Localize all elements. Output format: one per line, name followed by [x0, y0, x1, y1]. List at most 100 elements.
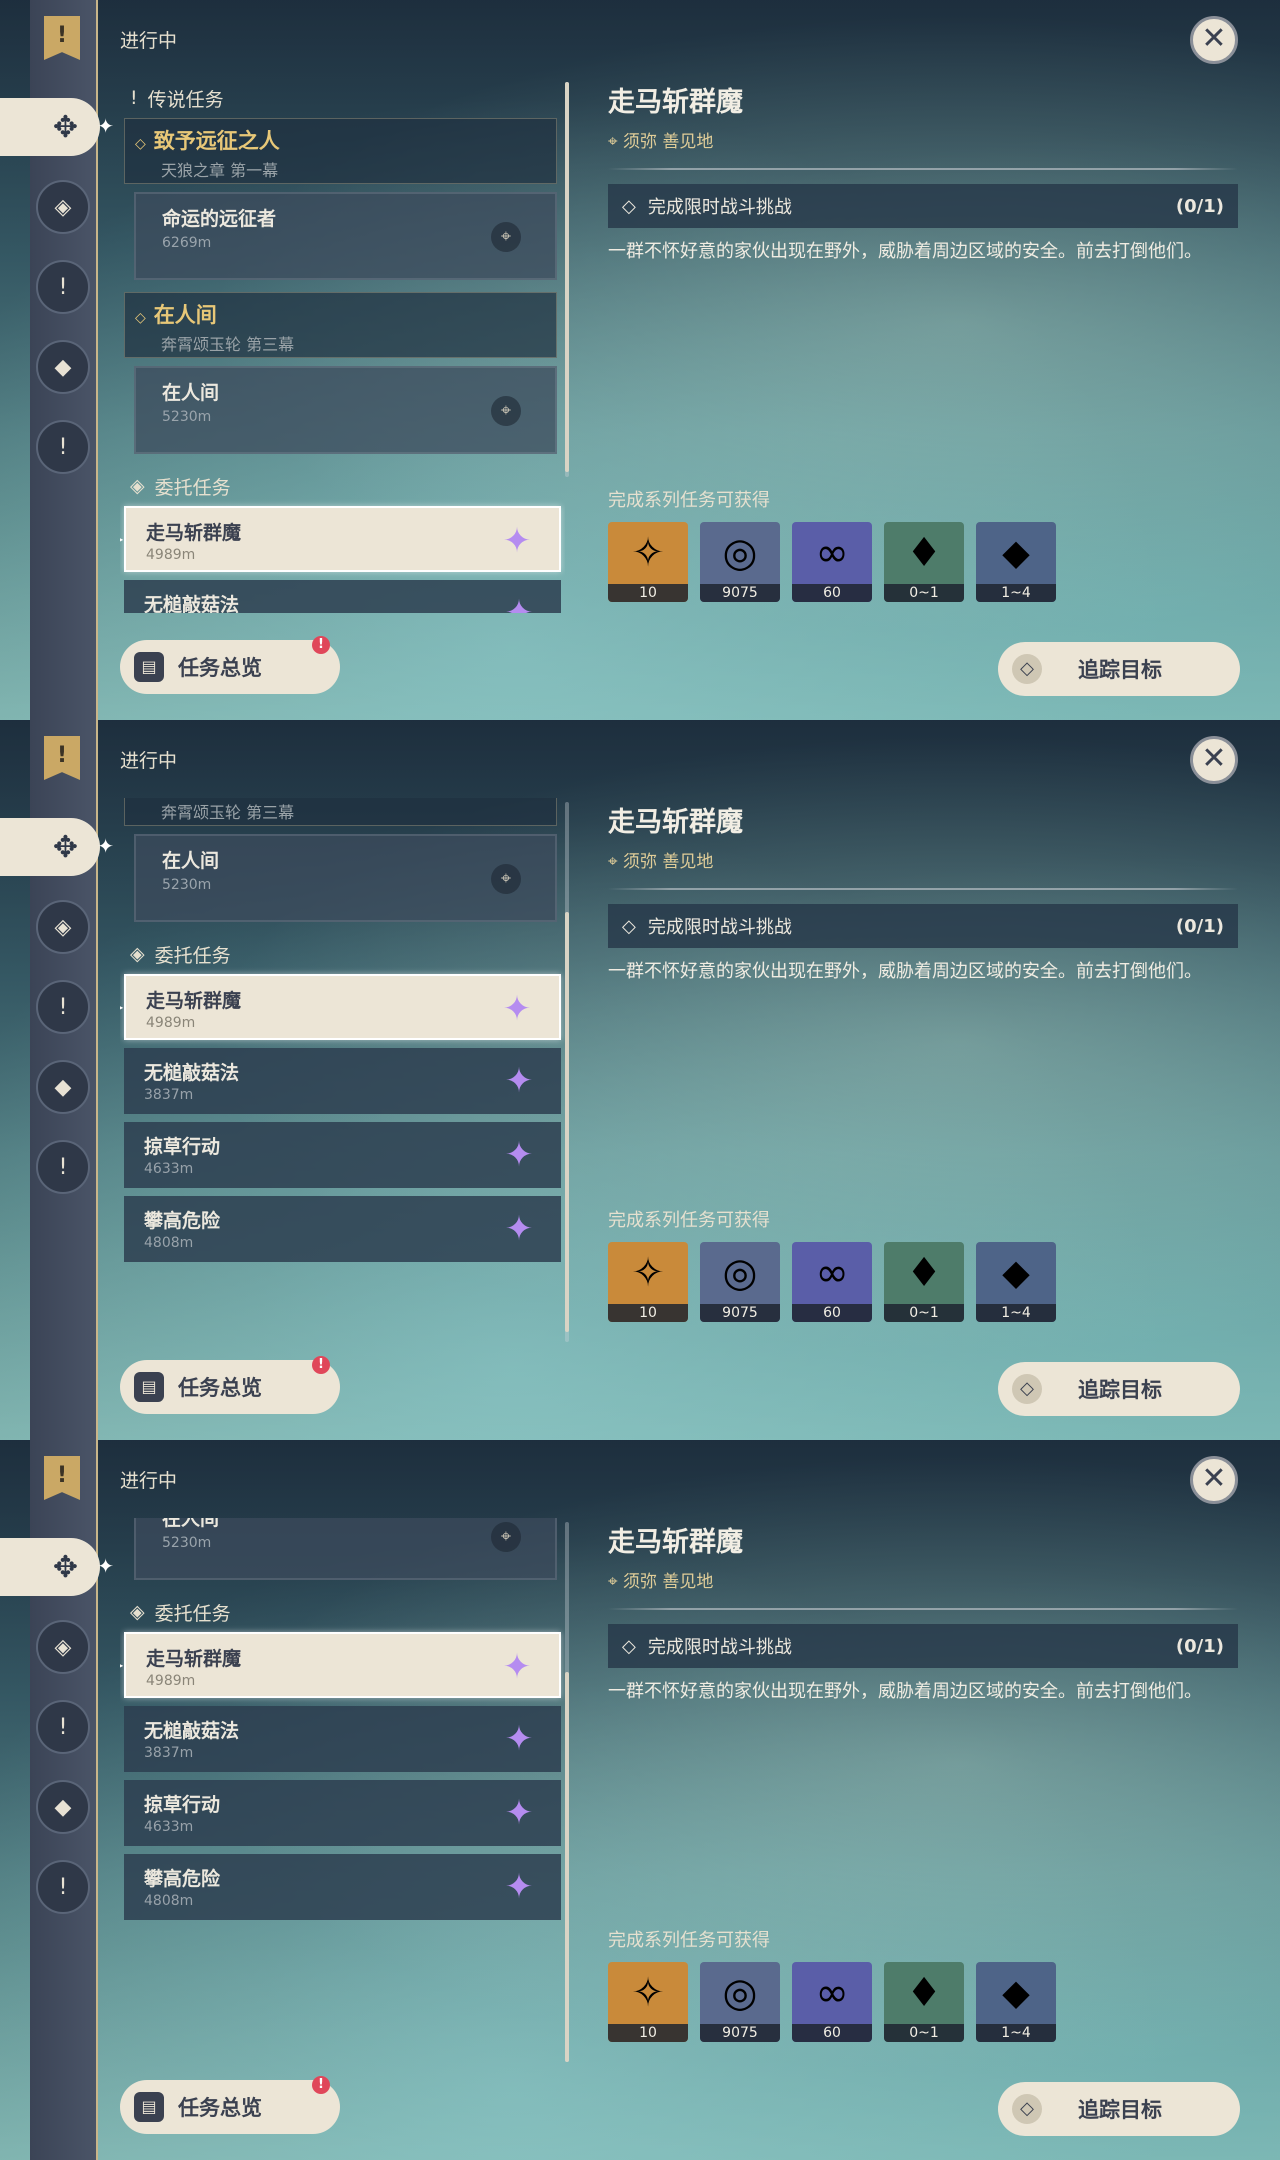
- quest-description: 一群不怀好意的家伙出现在野外，威胁着周边区域的安全。前去打倒他们。: [608, 961, 1202, 982]
- track-diamond-icon: ◇: [1012, 2094, 1042, 2124]
- story-quest-icon[interactable]: !: [36, 1700, 90, 1754]
- quest-screen-frame-1: ! ◈ ! ◆ ! ✥ ✦ 进行中 ✕ ! 传说任务 ◇ 致予远征之人 天狼之章 第一…: [0, 0, 1280, 720]
- commission-section-header: ◈ 委托任务: [130, 475, 231, 499]
- quest-overview-button[interactable]: ▤ 任务总览!: [120, 2076, 340, 2134]
- archon-quest-icon[interactable]: ◈: [36, 900, 90, 954]
- reward-primogem[interactable]: ✧ 10: [608, 1242, 688, 1322]
- track-target-button[interactable]: ◇ 追踪目标: [998, 2082, 1240, 2136]
- legend-quest-header[interactable]: ◇ 致予远征之人 天狼之章 第一幕: [124, 118, 557, 184]
- all-quests-tab[interactable]: ✥ ✦: [0, 818, 114, 876]
- legend-quest-header[interactable]: ◇在人间 奔霄颂玉轮 第三幕: [124, 798, 557, 826]
- reward-mora[interactable]: ◎ 9075: [700, 1242, 780, 1322]
- quest-list-scrollbar[interactable]: [565, 82, 569, 477]
- quest-book-icon[interactable]: !: [44, 16, 80, 60]
- quest-detail-panel: 走马斩群魔 ⌖ 须弥 善见地 ◇ 完成限时战斗挑战 (0/1) 一群不怀好意的家伙出…: [608, 1520, 1238, 1706]
- all-quests-tab[interactable]: ✥ ✦: [0, 1538, 114, 1596]
- quest-location: ⌖ 须弥 善见地: [608, 852, 714, 872]
- reward-companionship-exp[interactable]: ∞ 60: [792, 1242, 872, 1322]
- commission-item[interactable]: 无槌敲菇法 3837m ✦: [124, 580, 561, 613]
- crystal-chunk-icon: ♦: [906, 530, 942, 576]
- rewards-row: ✧ 10 ◎ 9075 ∞ 60 ♦ 0~1 ⬥ 1~4: [608, 1242, 1056, 1322]
- legend-section-header: ! 传说任务: [130, 87, 224, 111]
- scroll-thumb[interactable]: [565, 82, 569, 472]
- commission-item[interactable]: 攀高危险 4808m ✦: [124, 1196, 561, 1262]
- reward-crystal-chunk[interactable]: ♦ 0~1: [884, 1242, 964, 1322]
- reward-crystal-cluster[interactable]: ⬥ 1~4: [976, 522, 1056, 602]
- crystal-cluster-icon: ⬥: [1002, 1970, 1030, 2016]
- track-target-button[interactable]: ◇ 追踪目标: [998, 642, 1240, 696]
- quest-list[interactable]: !传说任务 ◇致予远征之人 天狼之章 第一幕 命运的远征者 6269m ⌖ ◇在…: [120, 78, 565, 613]
- archon-quest-icon[interactable]: ◈: [36, 1620, 90, 1674]
- map-pin-icon[interactable]: ⌖: [491, 222, 521, 252]
- reward-primogem[interactable]: ✧ 10: [608, 1962, 688, 2042]
- reward-crystal-cluster[interactable]: ⬥ 1~4: [976, 1962, 1056, 2042]
- commission-item[interactable]: 掠草行动 4633m ✦: [124, 1780, 561, 1846]
- commission-item-selected[interactable]: ▶ 走马斩群魔 4989m ✦: [120, 1632, 561, 1698]
- world-quest-icon[interactable]: !: [36, 1140, 90, 1194]
- quest-overview-button[interactable]: ▤ 任务总览!: [120, 1356, 340, 1414]
- commission-item-selected[interactable]: ▶ 走马斩群魔 4989m ✦: [120, 974, 561, 1040]
- divider: [608, 1608, 1238, 1610]
- quest-list-scrollbar[interactable]: [565, 802, 569, 1342]
- quest-book-icon[interactable]: !: [44, 1456, 80, 1500]
- commission-star-icon: ✦: [504, 1135, 534, 1175]
- commission-filter-icon[interactable]: ◆: [36, 340, 90, 394]
- close-button[interactable]: ✕: [1190, 16, 1238, 64]
- scroll-thumb[interactable]: [565, 1672, 569, 2062]
- commission-filter-icon[interactable]: ◆: [36, 1060, 90, 1114]
- close-button[interactable]: ✕: [1190, 1456, 1238, 1504]
- reward-companionship-exp[interactable]: ∞ 60: [792, 1962, 872, 2042]
- commission-item[interactable]: 掠草行动 4633m ✦: [124, 1122, 561, 1188]
- story-quest-icon[interactable]: !: [36, 260, 90, 314]
- primogem-icon: ✧: [631, 530, 665, 576]
- archon-quest-icon[interactable]: ◈: [36, 180, 90, 234]
- reward-crystal-chunk[interactable]: ♦ 0~1: [884, 522, 964, 602]
- commission-item-selected[interactable]: ▶ 走马斩群魔 4989m ✦: [120, 506, 561, 572]
- story-quest-icon[interactable]: !: [36, 980, 90, 1034]
- quest-list[interactable]: !传说任务 ◇致予远征之人 天狼之章 第一幕 命运的远征者 6269m ⌖ ◇在…: [120, 798, 565, 1358]
- reward-crystal-chunk[interactable]: ♦ 0~1: [884, 1962, 964, 2042]
- track-diamond-icon: ◇: [1012, 1374, 1042, 1404]
- commission-item[interactable]: 无槌敲菇法 3837m ✦: [124, 1048, 561, 1114]
- legend-quest-step[interactable]: 命运的远征者 6269m ⌖: [134, 192, 557, 280]
- map-pin-icon[interactable]: ⌖: [491, 396, 521, 426]
- map-pin-icon[interactable]: ⌖: [491, 864, 521, 894]
- map-pin-icon[interactable]: ⌖: [491, 1522, 521, 1552]
- reward-crystal-cluster[interactable]: ⬥ 1~4: [976, 1242, 1056, 1322]
- commission-star-icon: ✦: [504, 1061, 534, 1101]
- all-quests-icon: ✥: [52, 1549, 78, 1585]
- track-target-button[interactable]: ◇ 追踪目标: [998, 1362, 1240, 1416]
- objective-row: ◇ 完成限时战斗挑战 (0/1): [608, 184, 1238, 228]
- commission-star-icon: ✦: [502, 1647, 532, 1687]
- world-quest-icon[interactable]: !: [36, 1860, 90, 1914]
- scroll-thumb[interactable]: [565, 912, 569, 1332]
- in-progress-label: 进行中: [120, 750, 178, 772]
- quest-overview-button[interactable]: ▤ 任务总览!: [120, 636, 340, 694]
- world-quest-icon[interactable]: !: [36, 420, 90, 474]
- legend-quest-step[interactable]: 在人间 5230m ⌖: [134, 366, 557, 454]
- close-button[interactable]: ✕: [1190, 736, 1238, 784]
- objective-row: ◇ 完成限时战斗挑战 (0/1): [608, 1624, 1238, 1668]
- rewards-row: ✧ 10 ◎ 9075 ∞ 60 ♦ 0~1 ⬥ 1~4: [608, 522, 1056, 602]
- rewards-heading: 完成系列任务可获得: [608, 490, 770, 511]
- legend-quest-step[interactable]: 在人间 5230m ⌖: [134, 834, 557, 922]
- reward-primogem[interactable]: ✧ 10: [608, 522, 688, 602]
- commission-item[interactable]: 无槌敲菇法 3837m ✦: [124, 1706, 561, 1772]
- quest-book-icon[interactable]: !: [44, 736, 80, 780]
- reward-mora[interactable]: ◎ 9075: [700, 522, 780, 602]
- commission-section-header: ◈ 委托任务: [130, 1601, 231, 1625]
- rewards-row: ✧ 10 ◎ 9075 ∞ 60 ♦ 0~1 ⬥ 1~4: [608, 1962, 1056, 2042]
- reward-companionship-exp[interactable]: ∞ 60: [792, 522, 872, 602]
- legend-quest-step[interactable]: 在人间 5230m ⌖: [134, 1518, 557, 1580]
- commission-filter-icon[interactable]: ◆: [36, 1780, 90, 1834]
- quest-list[interactable]: !传说任务 ◇致予远征之人 天狼之章 第一幕 命运的远征者 6269m ⌖ ◇在…: [120, 1518, 565, 2078]
- all-quests-tab[interactable]: ✥ ✦: [0, 98, 114, 156]
- in-progress-label: 进行中: [120, 1470, 178, 1492]
- legend-quest-header[interactable]: ◇在人间 奔霄颂玉轮 第三幕: [124, 292, 557, 358]
- selection-arrow-icon: ▶: [120, 1658, 123, 1672]
- reward-mora[interactable]: ◎ 9075: [700, 1962, 780, 2042]
- commission-item[interactable]: 攀高危险 4808m ✦: [124, 1854, 561, 1920]
- quest-book-small-icon: ▤: [134, 2092, 164, 2122]
- in-progress-label: 进行中: [120, 30, 178, 52]
- quest-list-scrollbar[interactable]: [565, 1522, 569, 2062]
